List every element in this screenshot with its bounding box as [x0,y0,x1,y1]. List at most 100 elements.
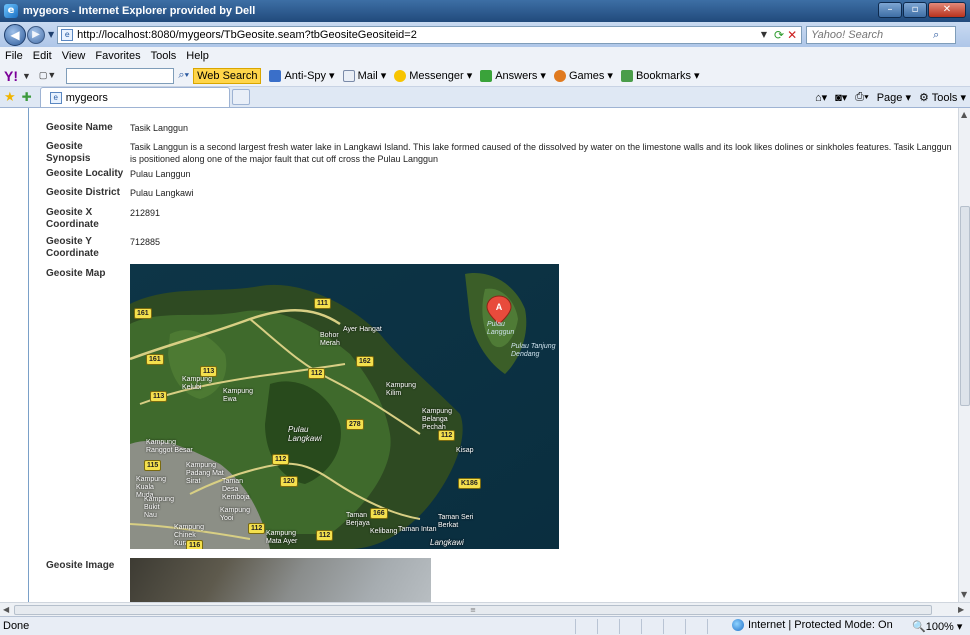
field-label: Geosite District [46,187,120,198]
field-value: 712885 [130,237,161,247]
add-favorites-icon[interactable]: ✚ [22,90,32,104]
vertical-scroll-thumb[interactable] [960,206,970,406]
road-shield: 112 [272,454,290,465]
forward-button[interactable]: ▶ [27,25,45,44]
bookmarks-button[interactable]: Bookmarks ▾ [620,69,700,82]
road-shield: 166 [370,508,388,519]
stop-icon[interactable]: ✕ [787,28,797,42]
scroll-left-icon[interactable]: ◀ [3,605,9,614]
menu-edit[interactable]: Edit [28,50,57,62]
zoom-level[interactable]: 🔍100% ▾ [912,620,962,633]
feeds-icon[interactable]: ◙▾ [835,91,847,104]
bookmarks-icon [620,69,633,82]
new-tab-button[interactable] [231,89,250,105]
menu-favorites[interactable]: Favorites [90,50,145,62]
answers-button[interactable]: Answers ▾ [480,69,546,82]
command-bar: ⌂▾ ◙▾ ⎙▾ Page ▾ ⚙ Tools ▾ [815,91,966,104]
status-panes [575,619,729,634]
road-shield: 278 [346,419,364,430]
address-box[interactable]: e http://localhost:8080/mygeors/TbGeosit… [57,25,803,44]
geosite-photo [130,558,431,602]
yahoo-search-input[interactable] [66,67,175,84]
map-place-label: Kampung Bukit Nau [144,496,174,519]
security-zone[interactable]: Internet | Protected Mode: On [732,619,893,631]
map-place-label: Langkawi [430,538,464,547]
status-text: Done [3,620,30,632]
field-label: Geosite Name [46,122,113,133]
home-icon[interactable]: ⌂▾ [815,91,827,104]
tools-gear-icon: ⚙ [919,91,929,104]
url-dropdown-icon[interactable]: ▼ [761,30,767,39]
status-bar: Done Internet | Protected Mode: On 🔍100%… [0,616,970,635]
back-button[interactable]: ◀ [4,23,26,46]
messenger-button[interactable]: Messenger ▾ [394,69,472,82]
web-search-button[interactable]: Web Search [193,67,262,84]
map-place-label: Pulau Langgun [487,321,515,336]
tab-page-icon: e [49,91,62,104]
maximize-button[interactable]: ▫ [903,2,927,18]
page-menu-button[interactable]: Page ▾ [877,91,911,104]
bookmarks-label: Bookmarks [635,69,691,82]
address-row: ◀ ▶ ▼ e http://localhost:8080/mygeors/Tb… [0,22,970,47]
print-icon[interactable]: ⎙▾ [855,91,868,104]
games-button[interactable]: Games ▾ [553,69,613,82]
map-place-label: Kampung Kelubi [182,376,212,391]
anti-spy-icon [269,69,282,82]
road-shield: K186 [458,478,481,489]
yahoo-menu-dropdown-icon[interactable]: ▼ [22,71,31,81]
tab-title: mygeors [65,91,108,104]
menu-view[interactable]: View [57,50,91,62]
map-marker-label: A [496,302,503,312]
field-geosite-map: Geosite Map [46,268,126,280]
zone-text: Internet | Protected Mode: On [748,619,893,631]
horizontal-scrollbar[interactable]: ◀ ≡ ▶ [0,602,970,616]
anti-spy-button[interactable]: Anti-Spy ▾ [269,69,335,82]
field-label: Geosite Locality [46,168,124,179]
tools-menu-button[interactable]: ⚙ Tools ▾ [919,91,966,104]
vertical-scrollbar[interactable]: ▲ ▼ [958,108,970,602]
map-place-label: Kampung Yooi [220,507,250,522]
recent-pages-dropdown[interactable]: ▼ [48,30,54,39]
field-label: Geosite Image [46,560,115,571]
menu-tools[interactable]: Tools [146,50,182,62]
minimize-button[interactable]: – [878,2,902,18]
field-label: Geosite Map [46,268,106,279]
scroll-up-icon[interactable]: ▲ [961,110,967,119]
map-place-label: Kampung Mata Ayer [266,530,298,545]
map-place-label: Pulau Langkawi [288,425,322,443]
tab-mygeors[interactable]: e mygeors [39,87,230,107]
road-shield: 112 [438,430,456,441]
yahoo-search-icon[interactable]: ⌕▾ [178,69,189,82]
tools-menu-label: Tools [931,91,958,104]
url-text[interactable]: http://localhost:8080/mygeors/TbGeosite.… [77,29,761,41]
field-value: 212891 [130,208,161,218]
map-place-label: Kampung Ranggot Besar [146,439,193,454]
yahoo-logo-icon[interactable]: Y! [4,68,18,84]
page-icon: e [61,28,74,41]
horizontal-scroll-thumb[interactable]: ≡ [14,605,932,615]
mail-button[interactable]: Mail ▾ [342,69,386,82]
close-button[interactable]: ✕ [928,2,966,18]
search-box[interactable]: ⌕ [806,25,957,44]
road-shield: 120 [280,476,298,487]
field-value: Pulau Langkawi [130,188,194,198]
scroll-right-icon[interactable]: ▶ [958,605,964,614]
games-icon [553,69,566,82]
field-geosite-name: Geosite Name Tasik Langgun [46,122,188,134]
road-shield: 112 [308,368,326,379]
mail-icon [342,69,355,82]
search-input[interactable] [807,28,934,41]
favorites-star-icon[interactable]: ★ [4,89,16,105]
road-shield: 112 [248,523,266,534]
field-value: Pulau Langgun [130,169,191,179]
search-icon[interactable]: ⌕ [933,28,939,42]
road-shield: 111 [314,298,331,309]
map-place-label: Taman Intan [398,526,437,533]
menu-help[interactable]: Help [181,50,214,62]
menu-file[interactable]: File [0,50,28,62]
scroll-down-icon[interactable]: ▼ [961,590,967,599]
field-geosite-locality: Geosite Locality Pulau Langgun [46,168,191,180]
toolbar-options-icon[interactable]: ▢▼ [39,70,56,81]
refresh-icon[interactable]: ⟳ [774,28,784,42]
geosite-satellite-map[interactable]: A Pulau Langgun Pulau Tanjung Dendang Ay… [130,264,559,549]
